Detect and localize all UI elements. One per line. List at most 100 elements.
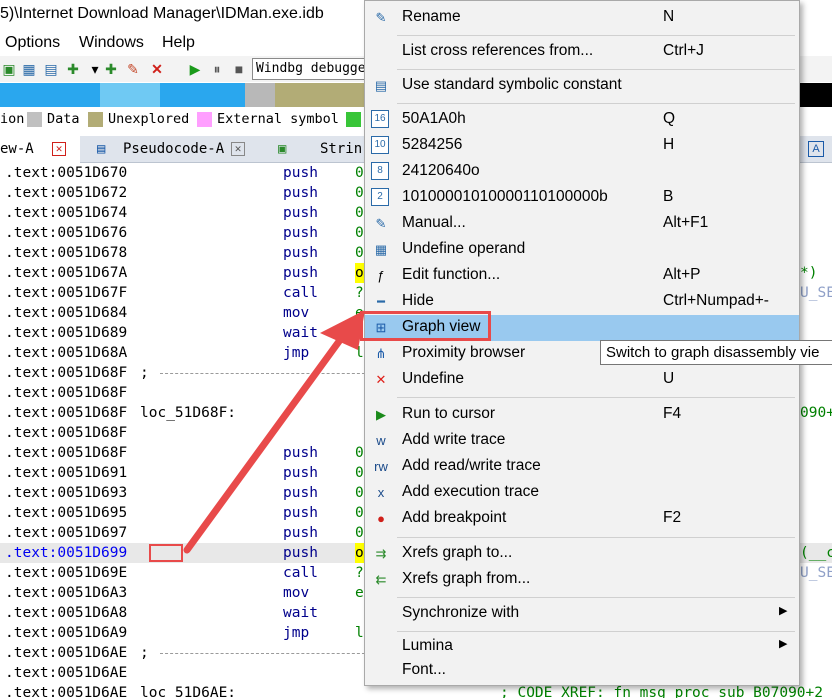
disasm-address: .text:0051D69E [5,565,128,581]
toolbar-pause-icon[interactable]: ⏸ [208,60,226,78]
menu-item-shortcut: Ctrl+Numpad+- [663,292,769,309]
menu-item-font[interactable]: Font... [365,658,799,684]
menu-item-undefine[interactable]: ✕ Undefine U [365,367,799,393]
tooltip: Switch to graph disassembly vie [600,340,832,365]
menu-item-label: Synchronize with [402,604,520,621]
menu-item-xrefs-graph-to[interactable]: ⇉ Xrefs graph to... [365,541,799,567]
disasm-separator-line [160,373,370,374]
menu-windows[interactable]: Windows [79,34,144,52]
legend-label-instruction: ion [0,111,25,127]
disasm-address: .text:0051D68F [5,425,128,441]
toolbar-code-icon[interactable]: ▣ [0,60,18,78]
disasm-mnemonic: push [283,465,318,481]
menu-item-label: Add breakpoint [402,509,507,526]
menu-item-add-breakpoint[interactable]: ● Add breakpoint F2 [365,506,799,532]
toolbar-string-icon[interactable]: ▤ [42,60,60,78]
submenu-arrow-icon: ▶ [779,605,788,617]
disasm-mnemonic: push [283,205,318,221]
legend-swatch-data [27,112,42,127]
menu-item-rename[interactable]: ✎ Rename N [365,5,799,31]
menu-item-label: List cross references from... [402,42,594,59]
menu-item-add-write-trace[interactable]: w Add write trace [365,428,799,454]
disasm-label: loc_51D6AE: [140,685,237,698]
disasm-mnemonic: push [283,185,318,201]
tab-label: Strin [320,141,363,157]
tab-strings[interactable]: ▣ Strin [270,136,365,163]
toolbar-run-icon[interactable]: ▶ [186,60,204,78]
pseudocode-icon: ▤ [97,141,106,157]
disasm-operand: ? [355,565,364,581]
menu-item-shortcut: Alt+F1 [663,214,709,231]
toolbar-enum-icon[interactable]: ✚ [102,60,120,78]
disasm-operand: l [355,345,364,361]
disasm-address: .text:0051D67A [5,265,128,281]
toolbar-struct-icon[interactable]: ✚ [64,60,82,78]
disasm-address: .text:0051D6A8 [5,605,128,621]
toolbar-stop-icon[interactable]: ■ [230,60,248,78]
menu-item-use-standard-symbolic-constant[interactable]: ▤ Use standard symbolic constant [365,73,799,99]
hex-icon: 16 [371,110,389,128]
tab-structures-icon[interactable]: A [808,141,824,157]
menu-item-lumina[interactable]: Lumina ▶ [365,634,799,660]
undefine-icon: ✕ [375,372,387,387]
disasm-mnemonic: push [283,545,318,561]
undefine-operand-icon: ▦ [374,242,388,257]
disasm-operand: 0 [355,185,364,201]
disasm-mnemonic: push [283,245,318,261]
symbolic-constant-icon: ▤ [374,78,388,93]
disasm-address: .text:0051D674 [5,205,128,221]
menu-item-list-cross-references-from[interactable]: List cross references from... Ctrl+J [365,39,799,65]
disasm-operand: l [355,625,364,641]
menu-item-manual[interactable]: ✎ Manual... Alt+F1 [365,211,799,237]
menu-item-label: Manual... [402,214,466,231]
disasm-operand: 0 [355,205,364,221]
menu-item-edit-function[interactable]: ƒ Edit function... Alt+P [365,263,799,289]
menu-options[interactable]: Options [5,34,60,52]
menu-separator [397,597,795,598]
tab-close-icon[interactable]: ✕ [52,142,66,156]
annotation-highlight-box [149,544,183,562]
menu-item-add-read-write-trace[interactable]: rw Add read/write trace [365,454,799,480]
menu-item-xrefs-graph-from[interactable]: ⇇ Xrefs graph from... [365,567,799,593]
toolbar-edit-icon[interactable]: ✎ [124,60,142,78]
tab-ida-view[interactable]: ew-A ✕ [0,136,80,163]
disasm-separator-line [160,653,370,654]
disasm-mnemonic: call [283,285,318,301]
menu-item-label: Xrefs graph to... [402,544,513,561]
menu-item-24120640o[interactable]: 8 24120640o [365,159,799,185]
toolbar-data-icon[interactable]: ▦ [20,60,38,78]
menu-help[interactable]: Help [162,34,195,52]
xrefs-to-icon: ⇉ [375,546,387,561]
tab-close-icon[interactable]: ✕ [231,142,245,156]
disasm-mnemonic: wait [283,325,318,341]
tab-label: ew-A [0,141,34,157]
menu-item-label: Use standard symbolic constant [402,76,622,93]
menu-item-10100001010000110100000b[interactable]: 2 10100001010000110100000b B [365,185,799,211]
menu-item-undefine-operand[interactable]: ▦ Undefine operand [365,237,799,263]
menu-item-5284256[interactable]: 10 5284256 H [365,133,799,159]
menu-item-run-to-cursor[interactable]: ▶ Run to cursor F4 [365,402,799,428]
disasm-operand: 0 [355,165,364,181]
debugger-select[interactable]: Windbg debugger [252,58,367,80]
disasm-address: .text:0051D68F [5,445,128,461]
menu-item-50a1a0h[interactable]: 16 50A1A0h Q [365,107,799,133]
disasm-right-fragment: (__c [800,545,832,561]
disasm-mnemonic: mov [283,305,310,321]
menu-item-shortcut: Alt+P [663,266,701,283]
menu-item-add-execution-trace[interactable]: x Add execution trace [365,480,799,506]
menu-item-label: 10100001010000110100000b [402,188,608,205]
disasm-operand: 0 [355,465,364,481]
menu-item-synchronize-with[interactable]: Synchronize with ▶ [365,601,799,627]
tab-label: Pseudocode-A [123,141,225,157]
tab-pseudocode[interactable]: ▤ Pseudocode-A ✕ [85,136,255,163]
disasm-mnemonic: call [283,565,318,581]
disasm-operand: o [355,543,364,563]
toolbar-undefine-icon[interactable]: ✕ [148,60,166,78]
disasm-mnemonic: push [283,265,318,281]
menu-item-label: Edit function... [402,266,501,283]
hide-icon: ━ [377,294,385,309]
disasm-mnemonic: jmp [283,625,310,641]
menu-item-label: Hide [402,292,434,309]
disasm-address: .text:0051D697 [5,525,128,541]
strings-icon: ▣ [278,141,287,157]
